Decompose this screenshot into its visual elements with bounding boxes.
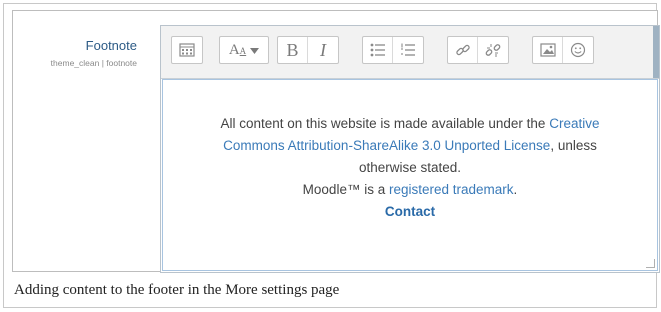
toolbar-group-toggle bbox=[171, 36, 203, 64]
toggle-toolbar-icon[interactable] bbox=[172, 37, 202, 63]
unlink-button[interactable] bbox=[478, 37, 508, 63]
image-button[interactable] bbox=[533, 37, 563, 63]
resize-handle-icon[interactable] bbox=[646, 259, 655, 268]
content-line-4: Moodle™ is a registered trademark. bbox=[163, 179, 657, 201]
bold-icon: B bbox=[286, 39, 299, 60]
bullet-list-icon bbox=[370, 43, 385, 57]
content-line-2: Commons Attribution-ShareAlike 3.0 Unpor… bbox=[163, 135, 657, 157]
registered-trademark-link[interactable]: registered trademark bbox=[389, 182, 514, 197]
toolbar-group-media bbox=[532, 36, 594, 64]
setting-title: Footnote bbox=[85, 38, 137, 53]
content-line-3: otherwise stated. bbox=[358, 160, 462, 175]
footer-text: All content on this website is made avai… bbox=[220, 116, 546, 131]
toolbar-group-links bbox=[447, 36, 509, 64]
contact-link[interactable]: Contact bbox=[385, 204, 435, 219]
toolbar-group-lists bbox=[362, 36, 424, 64]
editor-toolbar: AA B I bbox=[161, 26, 659, 79]
emoticon-icon bbox=[570, 42, 586, 58]
italic-icon: I bbox=[320, 39, 326, 60]
setting-subtitle: theme_clean | footnote bbox=[50, 58, 137, 68]
creative-commons-link-start[interactable]: Creative bbox=[549, 116, 599, 131]
creative-commons-link[interactable]: Commons Attribution-ShareAlike 3.0 Unpor… bbox=[223, 138, 550, 153]
figure-caption: Adding content to the footer in the More… bbox=[14, 282, 340, 298]
trademark-text: Moodle™ is a bbox=[302, 182, 386, 197]
link-icon bbox=[455, 44, 470, 56]
toolbar-edge bbox=[653, 26, 659, 78]
trademark-period: . bbox=[513, 182, 518, 197]
content-line-1: All content on this website is made avai… bbox=[163, 113, 657, 135]
bold-button[interactable]: B bbox=[278, 37, 308, 63]
image-icon bbox=[539, 43, 556, 57]
settings-screenshot: Footnote theme_clean | footnote AA B I A… bbox=[12, 10, 660, 273]
toolbar-group-style: B I bbox=[277, 36, 339, 64]
emoticon-button[interactable] bbox=[563, 37, 593, 63]
font-size-icon: AA bbox=[228, 41, 247, 58]
unlink-icon bbox=[485, 44, 501, 57]
setting-label: Footnote theme_clean | footnote bbox=[51, 38, 137, 68]
html-editor[interactable]: AA B I All content on this website is ma… bbox=[160, 25, 660, 273]
figure-frame: Footnote theme_clean | footnote AA B I A… bbox=[3, 3, 660, 308]
italic-button[interactable]: I bbox=[308, 37, 338, 63]
editor-content-area[interactable]: All content on this website is made avai… bbox=[162, 79, 658, 271]
font-size-dropdown[interactable]: AA bbox=[220, 37, 268, 63]
numbered-list-icon bbox=[401, 43, 415, 56]
content-line-5: Contact bbox=[163, 201, 657, 223]
link-button[interactable] bbox=[448, 37, 478, 63]
chevron-down-icon bbox=[250, 41, 260, 59]
footer-text-cont: , unless bbox=[550, 138, 597, 153]
numbered-list-button[interactable] bbox=[393, 37, 423, 63]
toolbar-group-font: AA bbox=[219, 36, 269, 64]
bullet-list-button[interactable] bbox=[363, 37, 393, 63]
